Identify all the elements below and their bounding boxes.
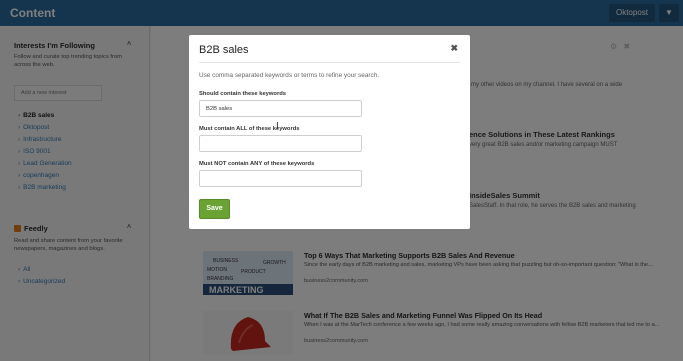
must-contain-all-label: Must contain ALL of these keywords: [199, 126, 300, 132]
text-cursor-icon: I: [276, 121, 279, 132]
must-contain-all-input[interactable]: [199, 135, 362, 152]
must-not-contain-input[interactable]: [199, 170, 362, 187]
should-contain-input[interactable]: [199, 100, 362, 117]
must-not-contain-label: Must NOT contain ANY of these keywords: [199, 161, 315, 167]
save-button[interactable]: Save: [199, 199, 230, 219]
modal-instructions: Use comma separated keywords or terms to…: [199, 72, 380, 79]
modal-title: B2B sales: [199, 44, 249, 56]
divider: [199, 62, 460, 63]
close-icon[interactable]: ✖: [450, 43, 458, 54]
keyword-filter-modal: B2B sales ✖ Use comma separated keywords…: [189, 35, 470, 229]
should-contain-label: Should contain these keywords: [199, 91, 286, 97]
